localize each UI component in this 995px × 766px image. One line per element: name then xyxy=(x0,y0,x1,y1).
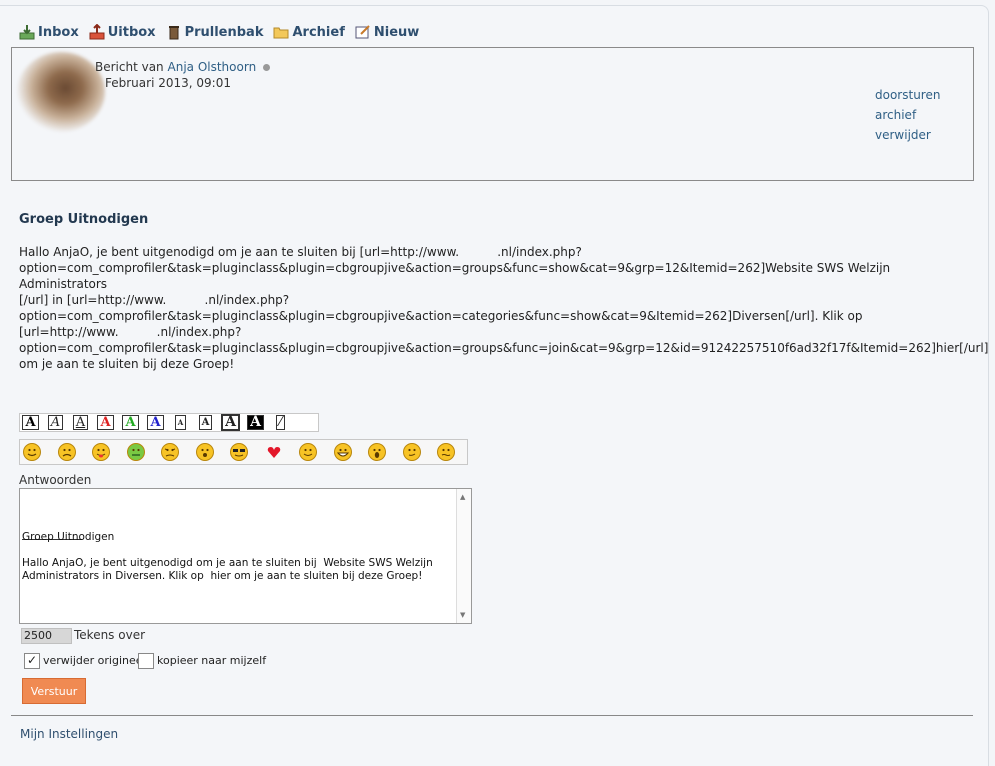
surprised-smiley-icon[interactable] xyxy=(195,442,215,462)
underline-button[interactable]: A xyxy=(70,414,91,431)
reply-scrollbar[interactable]: ▲ ▼ xyxy=(456,489,471,623)
delete-original-label: verwijder origineel xyxy=(43,654,146,667)
sad-smiley-icon[interactable] xyxy=(57,442,77,462)
nav-archive-label: Archief xyxy=(292,24,345,40)
message-body: Hallo AnjaO, je bent uitgenodigd om je a… xyxy=(19,245,989,371)
shocked-smiley-icon[interactable] xyxy=(367,442,387,462)
grin-smiley-icon[interactable] xyxy=(333,442,353,462)
nav-new-label: Nieuw xyxy=(373,24,420,40)
smiley-toolbar xyxy=(19,439,468,465)
message-from: Bericht van Anja Olsthoorn xyxy=(95,60,270,74)
my-settings-link[interactable]: Mijn Instellingen xyxy=(20,727,118,741)
chars-left-label: Tekens over xyxy=(74,628,146,642)
smile-smiley-icon[interactable] xyxy=(22,442,42,462)
nav-trash-label: Prullenbak xyxy=(184,24,264,40)
size-xlarge-button[interactable]: A xyxy=(245,414,266,431)
reply-quoted-text: Groep Uitnodigen Hallo AnjaO, je bent ui… xyxy=(22,531,433,582)
outbox-icon xyxy=(89,24,105,40)
color-red-button[interactable]: A xyxy=(95,414,116,431)
format-toolbar: A A A A A A A A A A ⁄ xyxy=(19,413,319,432)
cool-smiley-icon[interactable] xyxy=(229,442,249,462)
mailbox-nav: Inbox Uitbox Prullenbak Archief Nieuw xyxy=(19,24,429,40)
message-actions: doorsturen archief verwijder xyxy=(875,87,940,147)
send-button[interactable]: Verstuur xyxy=(22,678,86,704)
message-subject: Groep Uitnodigen xyxy=(19,212,149,227)
copy-self-checkbox[interactable] xyxy=(138,653,154,669)
nav-trash[interactable]: Prullenbak xyxy=(166,24,264,40)
nav-outbox[interactable]: Uitbox xyxy=(89,24,156,40)
author-link[interactable]: Anja Olsthoorn xyxy=(168,60,257,74)
delete-original-checkbox[interactable]: ✓ xyxy=(24,653,40,669)
bold-button[interactable]: A xyxy=(20,414,41,431)
nav-new[interactable]: Nieuw xyxy=(355,24,419,40)
folder-icon xyxy=(273,27,289,39)
clear-format-button[interactable]: ⁄ xyxy=(270,414,291,431)
size-small-button[interactable]: A xyxy=(170,414,191,431)
tongue-smiley-icon[interactable] xyxy=(91,442,111,462)
angry-smiley-icon[interactable] xyxy=(160,442,180,462)
avatar xyxy=(17,52,105,132)
nav-inbox-label: Inbox xyxy=(38,24,79,40)
sick-smiley-icon[interactable] xyxy=(126,442,146,462)
forward-link[interactable]: doorsturen xyxy=(875,87,940,104)
color-blue-button[interactable]: A xyxy=(145,414,166,431)
chars-left-field: 2500 xyxy=(21,628,72,644)
confused-smiley-icon[interactable] xyxy=(436,442,456,462)
archive-link[interactable]: archief xyxy=(875,107,940,124)
trash-icon xyxy=(168,26,179,40)
message-header: Bericht van Anja Olsthoorn Februari 2013… xyxy=(11,47,974,181)
copy-self-label: kopieer naar mijzelf xyxy=(157,654,267,667)
heart-smiley-icon[interactable] xyxy=(264,442,284,462)
compose-icon xyxy=(355,25,370,39)
reply-label: Antwoorden xyxy=(19,473,92,487)
scroll-up-icon[interactable]: ▲ xyxy=(460,493,465,501)
size-normal-button[interactable]: A xyxy=(195,414,216,431)
wink-smiley-icon[interactable] xyxy=(298,442,318,462)
inbox-icon xyxy=(19,25,35,40)
reply-textarea[interactable]: Groep Uitnodigen Hallo AnjaO, je bent ui… xyxy=(19,488,472,624)
italic-button[interactable]: A xyxy=(45,414,66,431)
nav-archive[interactable]: Archief xyxy=(273,24,345,40)
size-large-button[interactable]: A xyxy=(220,414,241,431)
message-date: Februari 2013, 09:01 xyxy=(105,76,231,90)
nav-outbox-label: Uitbox xyxy=(107,24,156,40)
from-prefix: Bericht van xyxy=(95,60,164,74)
blush-smiley-icon[interactable] xyxy=(402,442,422,462)
nav-inbox[interactable]: Inbox xyxy=(19,24,79,40)
delete-link[interactable]: verwijder xyxy=(875,127,940,144)
scroll-down-icon[interactable]: ▼ xyxy=(460,611,465,619)
online-status-icon xyxy=(263,64,270,71)
color-green-button[interactable]: A xyxy=(120,414,141,431)
divider xyxy=(11,715,973,716)
